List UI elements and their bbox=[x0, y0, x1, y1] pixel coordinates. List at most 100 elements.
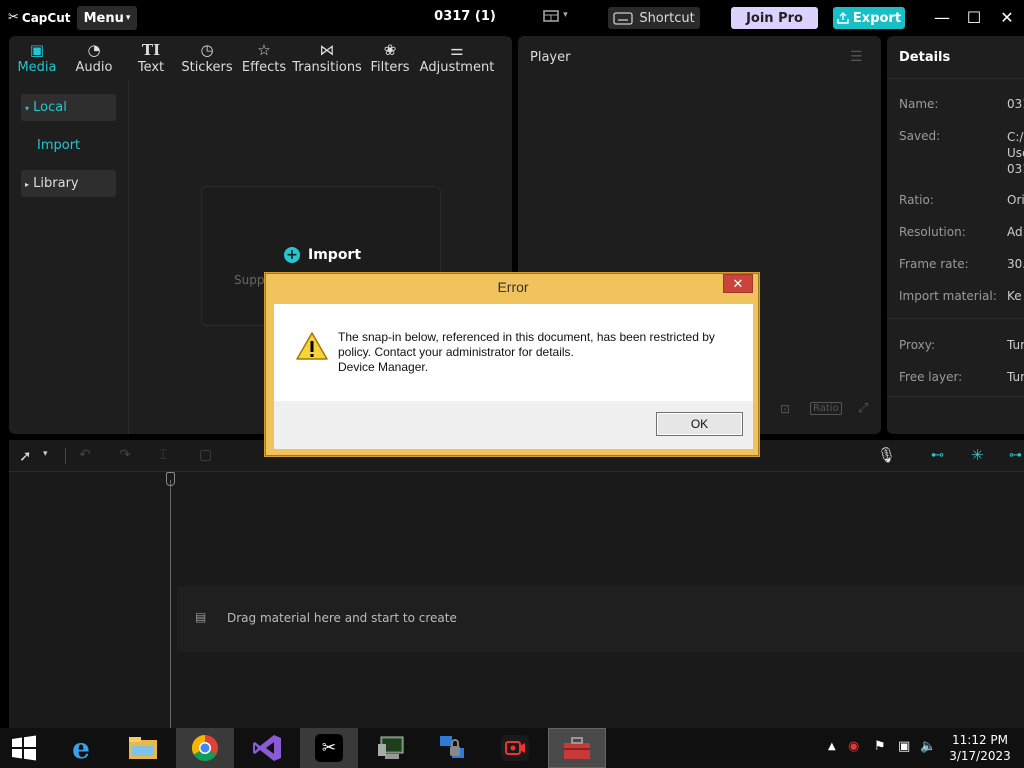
divider bbox=[887, 78, 1024, 79]
tab-stickers[interactable]: ◷ Stickers bbox=[179, 36, 235, 80]
select-cursor-icon[interactable]: ➚ bbox=[19, 447, 32, 465]
dialog-close-button[interactable]: ✕ bbox=[723, 274, 753, 293]
taskbar-computer-management[interactable] bbox=[362, 728, 420, 768]
film-icon: ▤ bbox=[195, 610, 207, 624]
supported-formats-text: Supp bbox=[234, 273, 265, 287]
logo-text: CapCut bbox=[21, 10, 71, 25]
fullscreen-crop-icon[interactable]: ⊡ bbox=[780, 402, 790, 416]
taskbar-screen-recorder[interactable] bbox=[486, 728, 544, 768]
chevron-down-icon: ▾ bbox=[563, 10, 568, 20]
network-security-icon bbox=[440, 736, 464, 758]
tab-label: Audio bbox=[75, 60, 113, 75]
warning-icon bbox=[296, 332, 328, 364]
detail-value: Ke bbox=[1007, 289, 1022, 303]
tab-label: Effects bbox=[241, 60, 287, 75]
sidebar-item-local[interactable]: ▾ Local bbox=[21, 94, 116, 121]
taskbar-file-explorer[interactable] bbox=[114, 728, 172, 768]
dialog-message-detail: Device Manager. bbox=[338, 360, 429, 374]
detail-label: Resolution: bbox=[899, 225, 966, 239]
volume-icon[interactable]: 🔈 bbox=[920, 739, 936, 768]
tab-transitions[interactable]: ⋈ Transitions bbox=[292, 36, 362, 80]
tab-media[interactable]: ▣ Media bbox=[9, 36, 65, 80]
taskbar-capcut[interactable]: ✂ bbox=[300, 728, 358, 768]
adjustment-icon: ⚌ bbox=[450, 41, 464, 59]
playhead-line[interactable] bbox=[170, 480, 171, 730]
details-title: Details bbox=[899, 50, 951, 65]
undo-icon[interactable]: ↶ bbox=[79, 447, 91, 463]
text-icon: TI bbox=[141, 41, 161, 59]
dialog-message-text: The snap-in below, referenced in this do… bbox=[338, 330, 715, 359]
sidebar-item-import[interactable]: Import bbox=[33, 132, 128, 159]
join-pro-button[interactable]: Join Pro bbox=[731, 7, 818, 29]
ratio-button[interactable]: Ratio bbox=[810, 402, 842, 415]
shortcut-label: Shortcut bbox=[639, 10, 695, 26]
redo-icon[interactable]: ↷ bbox=[119, 447, 131, 463]
effects-icon: ☆ bbox=[257, 41, 271, 59]
taskbar-visual-studio[interactable] bbox=[238, 728, 296, 768]
link-icon[interactable]: ⊶ bbox=[1009, 448, 1022, 463]
close-icon[interactable]: ✕ bbox=[997, 8, 1017, 28]
menu-label: Menu bbox=[83, 10, 124, 26]
capcut-icon: ✂ bbox=[315, 734, 343, 762]
maximize-icon[interactable]: ☐ bbox=[964, 8, 984, 28]
taskbar-chrome[interactable] bbox=[176, 728, 234, 768]
show-hidden-icons-icon[interactable]: ▲ bbox=[828, 741, 836, 768]
keyboard-icon bbox=[613, 11, 633, 25]
delete-icon[interactable]: ▢ bbox=[199, 447, 212, 463]
hamburger-menu-icon[interactable]: ☰ bbox=[850, 49, 863, 65]
timeline-placeholder: Drag material here and start to create bbox=[227, 611, 457, 625]
network-icon[interactable]: ▣ bbox=[898, 739, 910, 768]
menu-button[interactable]: Menu ▾ bbox=[77, 6, 137, 30]
import-action[interactable]: + Import bbox=[284, 247, 361, 263]
tab-label: Adjustment bbox=[419, 60, 495, 75]
visual-studio-icon bbox=[253, 735, 281, 761]
action-center-flag-icon[interactable]: ⚑ bbox=[874, 739, 886, 768]
plus-circle-icon: + bbox=[284, 247, 300, 263]
media-icon: ▣ bbox=[29, 41, 45, 59]
audio-icon: ◔ bbox=[87, 41, 101, 59]
title-bar: ✂ CapCut Menu ▾ 0317 (1) ▾ Shortcut Join… bbox=[0, 0, 1024, 36]
start-button[interactable] bbox=[0, 728, 48, 768]
details-panel: Details Name: 031 Saved: C:/ Use 031 Rat… bbox=[887, 36, 1024, 434]
capcut-logo-icon: ✂ bbox=[8, 10, 19, 25]
dialog-footer: OK bbox=[274, 401, 753, 449]
expand-icon[interactable]: ⤢ bbox=[858, 401, 868, 416]
shortcut-button[interactable]: Shortcut bbox=[608, 7, 700, 29]
tab-label: Text bbox=[137, 60, 165, 75]
chevron-down-icon[interactable]: ▾ bbox=[43, 449, 48, 459]
sidebar-item-library[interactable]: ▸ Library bbox=[21, 170, 116, 197]
chevron-down-icon: ▾ bbox=[125, 13, 131, 23]
detail-label: Name: bbox=[899, 97, 939, 111]
media-sidebar: ▾ Local Import ▸ Library bbox=[9, 80, 129, 434]
tab-text[interactable]: TI Text bbox=[123, 36, 179, 80]
tab-filters[interactable]: ❀ Filters bbox=[361, 36, 419, 80]
export-button[interactable]: Export bbox=[833, 7, 905, 29]
detail-label: Free layer: bbox=[899, 370, 963, 384]
taskbar-internet-explorer[interactable]: e bbox=[52, 728, 110, 768]
detail-value: 30. bbox=[1007, 257, 1024, 271]
tab-label: Media bbox=[17, 60, 57, 75]
chrome-icon bbox=[191, 734, 218, 762]
main-track-link-icon[interactable]: ⊷ bbox=[931, 448, 944, 463]
stickers-icon: ◷ bbox=[200, 41, 214, 59]
tab-adjustment[interactable]: ⚌ Adjustment bbox=[419, 36, 495, 80]
detail-value: 031 bbox=[1007, 97, 1024, 111]
minimize-icon[interactable]: — bbox=[932, 8, 952, 28]
ok-button[interactable]: OK bbox=[656, 412, 743, 436]
tab-audio[interactable]: ◔ Audio bbox=[65, 36, 123, 80]
microphone-icon[interactable]: 🎙 bbox=[877, 446, 896, 464]
taskbar-network-security[interactable] bbox=[424, 728, 482, 768]
taskbar-toolbox[interactable] bbox=[548, 728, 606, 768]
tab-label: Stickers bbox=[181, 60, 233, 75]
divider bbox=[65, 448, 66, 464]
divider bbox=[887, 396, 1024, 397]
layout-toggle-button[interactable]: ▾ bbox=[543, 10, 568, 26]
snap-icon[interactable]: ✳ bbox=[971, 446, 984, 464]
split-icon[interactable]: ⌶ bbox=[159, 447, 167, 463]
playhead-handle[interactable] bbox=[166, 472, 175, 486]
error-dialog: Error ✕ The snap-in below, referenced in… bbox=[264, 272, 760, 457]
tray-recorder-icon[interactable]: ◉ bbox=[848, 739, 859, 768]
clock[interactable]: 11:12 PM 3/17/2023 bbox=[940, 732, 1020, 768]
detail-label: Proxy: bbox=[899, 338, 936, 352]
tab-effects[interactable]: ☆ Effects bbox=[235, 36, 293, 80]
